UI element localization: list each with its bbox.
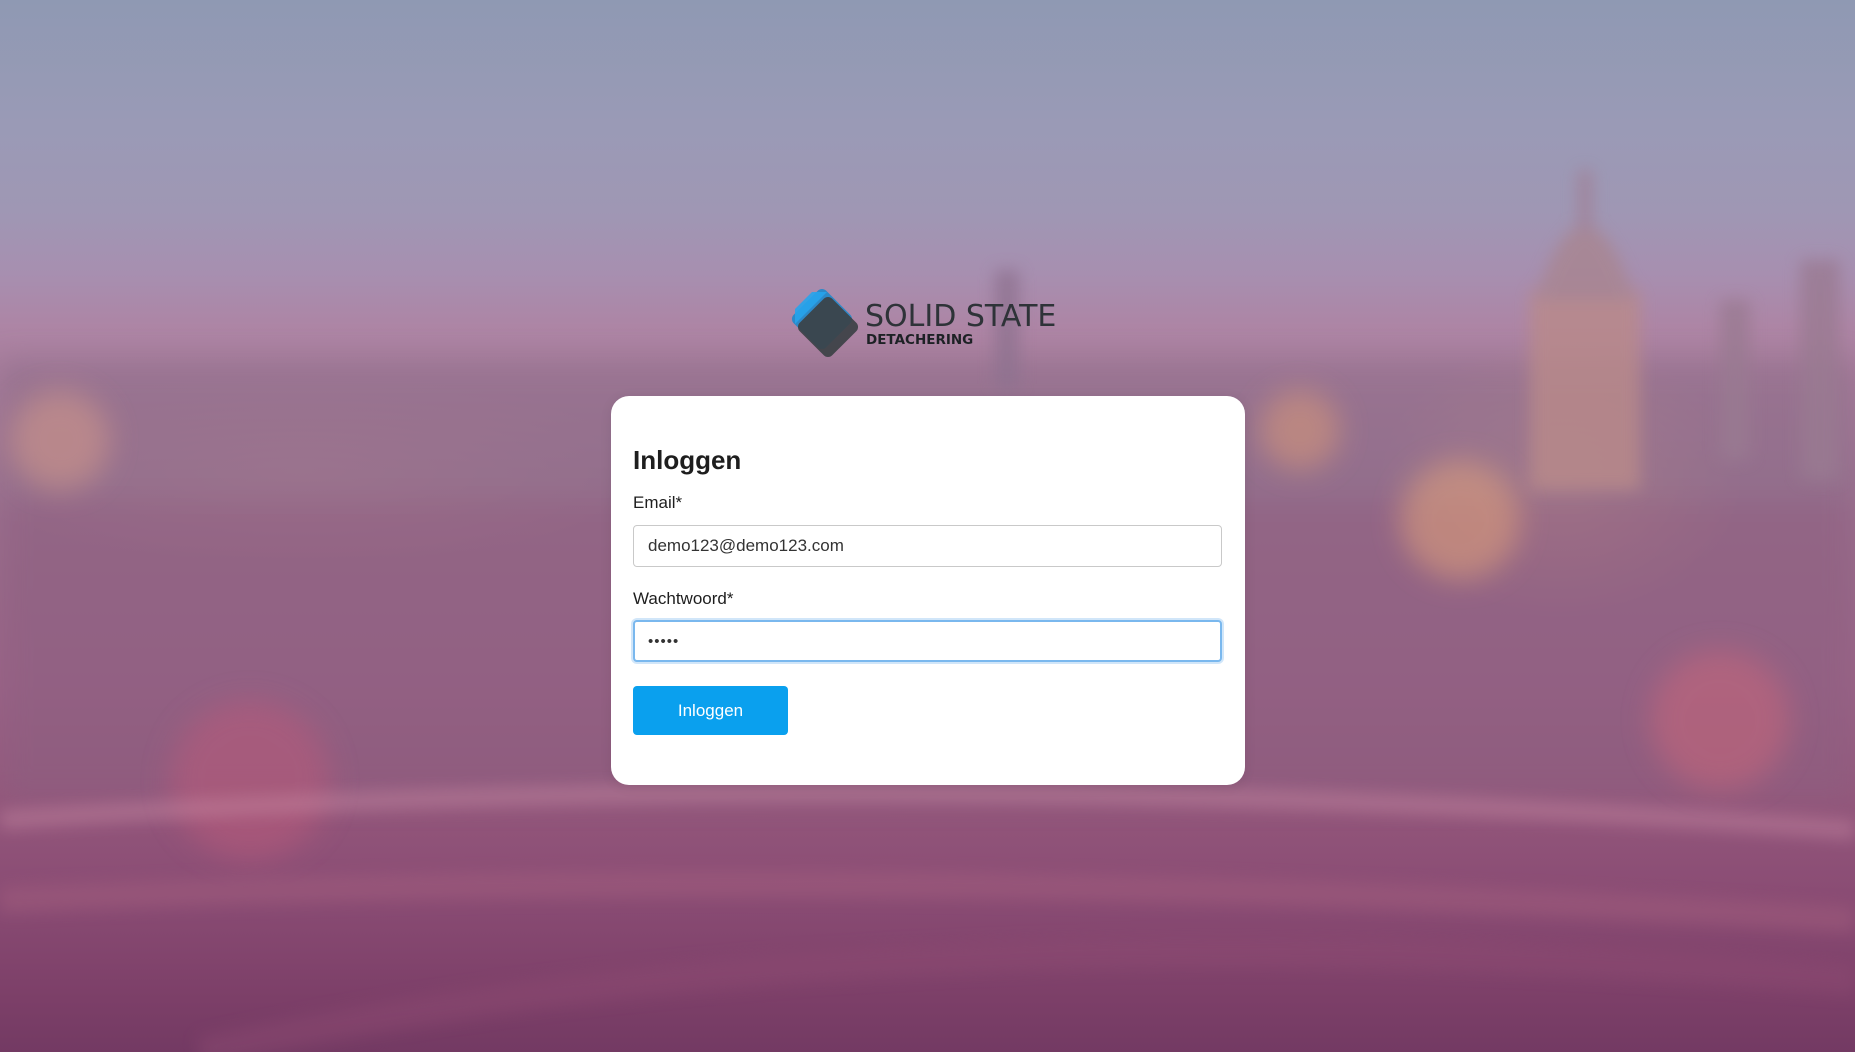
password-label: Wachtwoord* <box>633 589 734 608</box>
email-input[interactable] <box>633 525 1222 567</box>
brand-logo: SOLID STATE DETACHERING <box>785 282 1057 362</box>
login-button[interactable]: Inloggen <box>633 686 788 735</box>
brand-tagline: DETACHERING <box>866 332 974 348</box>
password-input[interactable] <box>633 620 1222 662</box>
diamond-logo-icon <box>791 288 859 358</box>
email-label: Email* <box>633 493 683 512</box>
brand-name: SOLID STATE <box>865 299 1057 334</box>
login-card: Inloggen Email* Wachtwoord* Inloggen <box>611 396 1245 785</box>
login-title: Inloggen <box>633 445 742 475</box>
